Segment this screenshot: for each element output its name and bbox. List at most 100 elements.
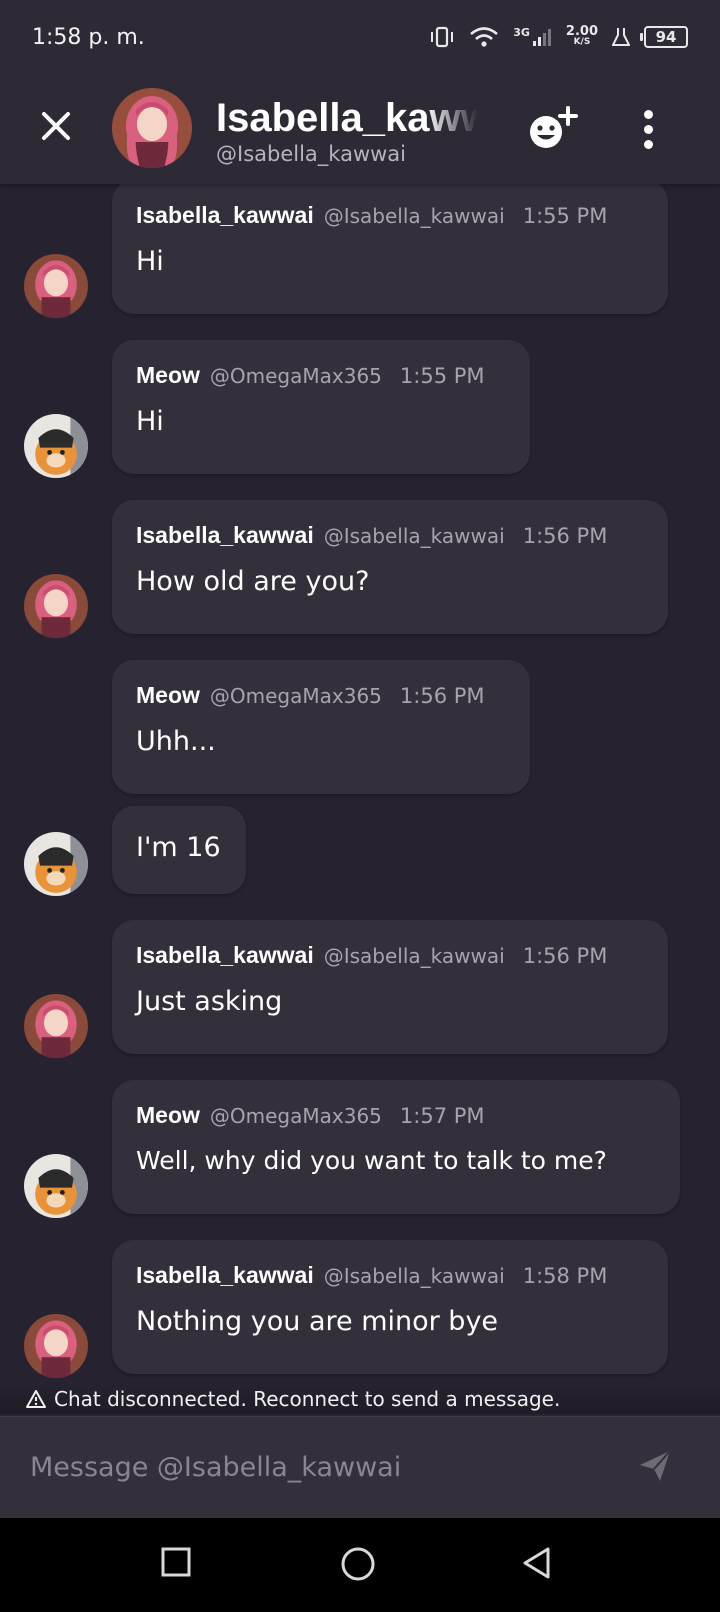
girl-avatar-icon xyxy=(24,574,88,638)
message-avatar[interactable] xyxy=(24,414,88,478)
message-time: 1:56 PM xyxy=(399,684,485,708)
message-time: 1:56 PM xyxy=(522,524,608,548)
message-avatar[interactable] xyxy=(24,574,88,638)
status-icons: 3G 2.00 K/S 94 xyxy=(429,24,688,48)
message-bubble[interactable]: Meow @OmegaMax365 1:55 PM Hi xyxy=(112,340,530,474)
wifi-icon xyxy=(470,27,499,47)
message-author[interactable]: Isabella_kawwai xyxy=(136,202,314,229)
message-text: I'm 16 xyxy=(136,832,221,863)
battery-level: 94 xyxy=(655,28,677,46)
girl-avatar-icon xyxy=(24,994,88,1058)
chat-header: Isabella_kawwai @Isabella_kawwai xyxy=(0,74,720,184)
message-bubble[interactable]: Isabella_kawwai @Isabella_kawwai 1:58 PM… xyxy=(112,1240,668,1374)
message-bubble[interactable]: Isabella_kawwai @Isabella_kawwai 1:56 PM… xyxy=(112,500,668,634)
message-meta: Isabella_kawwai @Isabella_kawwai 1:56 PM xyxy=(136,942,644,974)
triangle-back-icon xyxy=(523,1547,550,1579)
status-time: 1:58 p. m. xyxy=(32,24,145,50)
message-handle: @Isabella_kawwai xyxy=(323,204,505,228)
send-button[interactable] xyxy=(638,1449,678,1489)
message-avatar[interactable] xyxy=(24,994,88,1058)
chat-handle: @Isabella_kawwai xyxy=(216,142,407,166)
message-bubble[interactable]: Isabella_kawwai @Isabella_kawwai 1:55 PM… xyxy=(112,184,668,314)
vibrate-icon xyxy=(431,26,454,48)
message-meta: Meow @OmegaMax365 1:56 PM xyxy=(136,682,506,714)
message-avatar[interactable] xyxy=(24,1154,88,1218)
more-dot xyxy=(643,124,653,134)
network-speed-value: 2.00 xyxy=(565,24,598,39)
message-text: Well, why did you want to talk to me? xyxy=(136,1146,607,1175)
message-input[interactable] xyxy=(30,1445,610,1489)
square-icon xyxy=(161,1547,191,1577)
message-text: Just asking xyxy=(136,986,283,1017)
chat-title: Isabella_kawwai xyxy=(216,96,478,140)
network-speed-unit: K/S xyxy=(573,37,591,47)
cell-signal: 3G xyxy=(513,27,552,47)
back-button[interactable] xyxy=(520,1546,560,1586)
message-handle: @Isabella_kawwai xyxy=(323,524,505,548)
send-icon xyxy=(640,1450,671,1481)
signal-bars-icon xyxy=(532,29,551,46)
message-handle: @OmegaMax365 xyxy=(209,1104,382,1128)
battery-indicator: 94 xyxy=(640,26,688,48)
cat-avatar-icon xyxy=(24,1154,88,1218)
message-time: 1:58 PM xyxy=(522,1264,608,1288)
emoji-add-icon xyxy=(530,106,578,148)
message-time: 1:56 PM xyxy=(522,944,608,968)
message-author[interactable]: Meow xyxy=(136,1102,200,1129)
more-options-button[interactable] xyxy=(630,104,666,154)
message-avatar[interactable] xyxy=(24,254,88,318)
add-friend-button[interactable] xyxy=(524,104,580,154)
message-author[interactable]: Meow xyxy=(136,682,200,709)
message-time: 1:55 PM xyxy=(399,364,485,388)
message-bubble[interactable]: I'm 16 xyxy=(112,806,246,894)
message-text: Hi xyxy=(136,246,164,277)
message-time: 1:57 PM xyxy=(399,1104,485,1128)
message-handle: @Isabella_kawwai xyxy=(323,944,505,968)
message-meta: Meow @OmegaMax365 1:57 PM xyxy=(136,1102,656,1134)
disconnected-text: Chat disconnected. Reconnect to send a m… xyxy=(54,1387,561,1411)
home-button[interactable] xyxy=(340,1546,380,1586)
message-text: Nothing you are minor bye xyxy=(136,1306,499,1337)
status-bar: 1:58 p. m. 3G 2.00 K/S 94 xyxy=(0,0,720,74)
message-handle: @OmegaMax365 xyxy=(209,364,382,388)
message-author[interactable]: Meow xyxy=(136,362,200,389)
message-author[interactable]: Isabella_kawwai xyxy=(136,1262,314,1289)
header-avatar[interactable] xyxy=(112,88,192,168)
close-icon xyxy=(42,112,70,140)
girl-avatar-icon xyxy=(24,1314,88,1378)
flask-icon xyxy=(612,28,630,46)
warning-triangle-icon xyxy=(26,1390,46,1408)
message-meta: Isabella_kawwai @Isabella_kawwai 1:58 PM xyxy=(136,1262,644,1294)
network-type: 3G xyxy=(513,26,530,39)
system-nav-bar xyxy=(0,1518,720,1612)
network-speed: 2.00 K/S xyxy=(565,24,598,48)
message-avatar[interactable] xyxy=(24,1314,88,1378)
composer xyxy=(0,1416,720,1518)
message-text: Uhh... xyxy=(136,726,216,757)
disconnected-banner: Chat disconnected. Reconnect to send a m… xyxy=(0,1384,720,1414)
message-author[interactable]: Isabella_kawwai xyxy=(136,522,314,549)
message-handle: @Isabella_kawwai xyxy=(323,1264,505,1288)
more-dot xyxy=(643,109,653,119)
message-handle: @OmegaMax365 xyxy=(209,684,382,708)
message-avatar[interactable] xyxy=(24,832,88,896)
message-list[interactable]: Isabella_kawwai @Isabella_kawwai 1:55 PM… xyxy=(0,184,720,1394)
girl-avatar-icon xyxy=(112,88,192,168)
message-text: How old are you? xyxy=(136,566,370,597)
message-time: 1:55 PM xyxy=(522,204,608,228)
message-bubble[interactable]: Isabella_kawwai @Isabella_kawwai 1:56 PM… xyxy=(112,920,668,1054)
girl-avatar-icon xyxy=(24,254,88,318)
message-text: Hi xyxy=(136,406,164,437)
message-author[interactable]: Isabella_kawwai xyxy=(136,942,314,969)
cat-avatar-icon xyxy=(24,832,88,896)
circle-icon xyxy=(341,1547,375,1581)
close-button[interactable] xyxy=(36,106,76,146)
message-meta: Isabella_kawwai @Isabella_kawwai 1:55 PM xyxy=(136,202,644,234)
message-bubble[interactable]: Meow @OmegaMax365 1:57 PM Well, why did … xyxy=(112,1080,680,1214)
cat-avatar-icon xyxy=(24,414,88,478)
more-dot xyxy=(643,139,653,149)
message-bubble[interactable]: Meow @OmegaMax365 1:56 PM Uhh... xyxy=(112,660,530,794)
recents-button[interactable] xyxy=(160,1546,200,1586)
message-meta: Isabella_kawwai @Isabella_kawwai 1:56 PM xyxy=(136,522,644,554)
message-meta: Meow @OmegaMax365 1:55 PM xyxy=(136,362,506,394)
